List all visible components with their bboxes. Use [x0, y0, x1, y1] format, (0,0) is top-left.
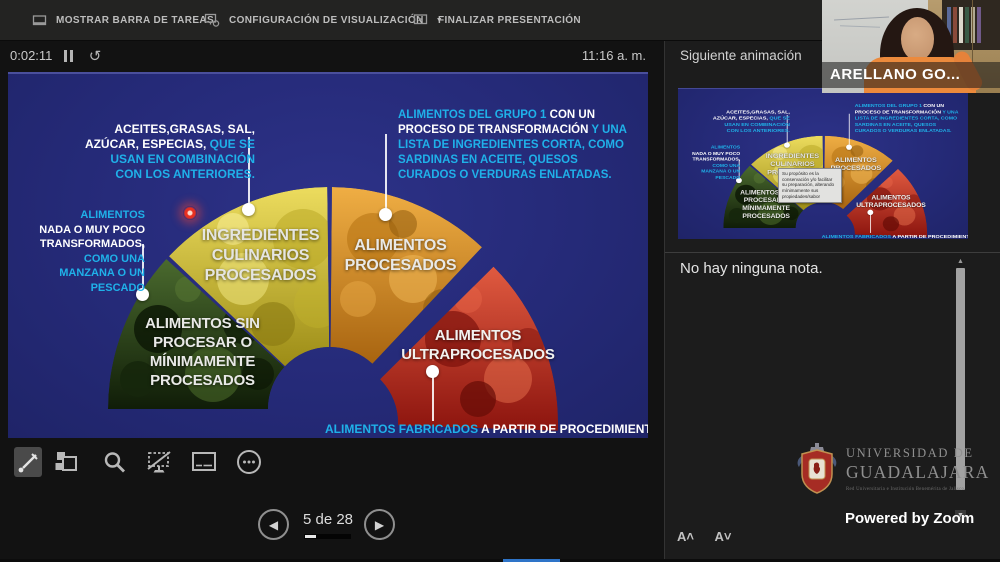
- connector-dot-ultraprocessed-mini: [867, 210, 873, 215]
- annotation-culinary-ingredients: ACEITES,GRASAS, SAL, AZÚCAR, ESPECIAS, Q…: [83, 122, 255, 182]
- slide-stage: ALIMENTOS SIN PROCESAR O MÍNIMAMENTE PRO…: [8, 72, 648, 438]
- connector-dot-unprocessed-mini: [736, 178, 742, 183]
- slide-progress-fill: [305, 535, 316, 538]
- laser-pen-tool-button[interactable]: [14, 447, 42, 477]
- notes-font-size-controls: A˄ A˅: [673, 527, 743, 546]
- connector-line-culinary-mini: [787, 115, 788, 145]
- slide-progress-bar: [304, 534, 351, 539]
- segment-label-ultraprocessed: ALIMENTOS ULTRAPROCESADOS: [398, 326, 558, 364]
- segment-ultraprocessed-mini: [847, 169, 928, 237]
- participant-video[interactable]: ARELLANO GO...: [822, 0, 1000, 93]
- university-tagline: Red Universitaria e Institución Beneméri…: [846, 487, 1000, 492]
- annotation-bottom-caption: ALIMENTOS FABRICADOS A PARTIR DE PROCEDI…: [325, 422, 617, 436]
- pause-timer-button[interactable]: [58, 45, 80, 67]
- segment-label-unprocessed: ALIMENTOS SIN PROCESAR O MÍNIMAMENTE PRO…: [120, 314, 285, 390]
- black-screen-button[interactable]: [144, 447, 172, 477]
- annotation-processed: ALIMENTOS DEL GRUPO 1 CON UN PROCESO DE …: [398, 108, 638, 183]
- annotation-unprocessed: ALIMENTOS NADA O MUY POCO TRANSFORMADOS,…: [33, 208, 145, 295]
- connector-dot-culinary: [242, 203, 255, 216]
- annotation-text-mini: ACEITES,GRASAS, SAL, AZÚCAR, ESPECIAS,: [713, 109, 790, 121]
- annotation-text: A PARTIR DE PROCEDIMIENTOS: [481, 422, 648, 436]
- more-options-button[interactable]: [234, 447, 262, 477]
- annotation-unprocessed-mini: ALIMENTOS NADA O MUY POCO TRANSFORMADOS,…: [689, 144, 740, 180]
- connector-dot-culinary-mini: [784, 142, 790, 147]
- display-settings-button[interactable]: CONFIGURACIÓN DE VISUALIZACIÓN ▼: [204, 0, 443, 40]
- university-of-guadalajara-logo: [794, 441, 840, 495]
- annotation-text: ALIMENTOS FABRICADOS: [325, 422, 481, 436]
- display-settings-icon: [204, 12, 220, 28]
- annotation-text-mini: CON UN PROCESO DE TRANSFORMACIÓN: [855, 103, 944, 114]
- slide-canvas[interactable]: ALIMENTOS SIN PROCESAR O MÍNIMAMENTE PRO…: [8, 72, 648, 438]
- connector-line-processed: [385, 134, 387, 214]
- annotation-text-mini: COMO UNA MANZANA O UN PESCADO: [701, 163, 740, 180]
- annotation-tools: [0, 445, 664, 481]
- laser-pointer-dot: [183, 206, 197, 220]
- slide-canvas-mini: ALIMENTOS SIN PROCESAR O MÍNIMAMENTE PRO…: [678, 88, 968, 239]
- participant-name-bar: ARELLANO GO...: [822, 62, 1000, 88]
- slide-page-indicator: 5 de 28: [298, 511, 358, 528]
- clock-time: 11:16 a. m.: [582, 40, 646, 72]
- next-animation-panel: Siguiente animación: [665, 40, 1000, 562]
- slide-navigation: ◀ 5 de 28 ▶: [0, 505, 664, 550]
- segment-label-ultraprocessed-mini: ALIMENTOS ULTRAPROCESADOS: [855, 193, 927, 209]
- increase-notes-font-button[interactable]: A˄: [673, 527, 698, 546]
- food-processing-fan-diagram-mini: [678, 89, 968, 239]
- participant-name: ARELLANO GO...: [830, 62, 1000, 88]
- elapsed-time: 0:02:11: [10, 40, 52, 72]
- connector-line-unprocessed-mini: [739, 159, 740, 180]
- end-presentation-button[interactable]: FINALIZAR PRESENTACIÓN: [413, 0, 581, 40]
- zoom-slide-button[interactable]: [100, 447, 128, 477]
- previous-slide-button[interactable]: ◀: [258, 509, 289, 540]
- annotation-text-mini: NADA O MUY POCO TRANSFORMADOS,: [692, 151, 740, 162]
- connector-dot-processed: [379, 208, 392, 221]
- panel-divider: [664, 40, 665, 562]
- connector-line-ultraprocessed: [432, 377, 434, 421]
- next-slide-button[interactable]: ▶: [364, 509, 395, 540]
- notes-divider: [665, 252, 1000, 253]
- connector-line-processed-mini: [849, 114, 850, 147]
- annotation-text-mini: ALIMENTOS: [689, 144, 740, 150]
- connector-line-ultraprocessed-mini: [870, 215, 871, 233]
- university-wordmark: UNIVERSIDAD DE GUADALAJARA Red Universit…: [846, 446, 1000, 492]
- taskbar-icon: [32, 13, 47, 28]
- show-taskbar-button[interactable]: MOSTRAR BARRA DE TAREAS: [32, 0, 214, 40]
- restart-timer-button[interactable]: ↺: [84, 44, 106, 68]
- university-name-line1: UNIVERSIDAD DE: [846, 446, 1000, 461]
- scroll-up-icon[interactable]: ▲: [955, 256, 966, 267]
- next-animation-tooltip: Su propósito es la conservación y/o faci…: [778, 168, 842, 203]
- connector-dot-processed-mini: [846, 144, 852, 149]
- end-presentation-icon: [413, 12, 429, 28]
- annotation-text: ALIMENTOS: [33, 208, 145, 223]
- annotation-text: ALIMENTOS DEL GRUPO 1: [398, 109, 550, 121]
- next-animation-thumbnail[interactable]: ALIMENTOS SIN PROCESAR O MÍNIMAMENTE PRO…: [678, 88, 968, 239]
- see-all-slides-button[interactable]: [52, 447, 80, 477]
- annotation-processed-mini: ALIMENTOS DEL GRUPO 1 CON UN PROCESO DE …: [855, 103, 964, 134]
- timer-row: 0:02:11 ↺ 11:16 a. m.: [0, 40, 664, 72]
- presenter-view-window: MOSTRAR BARRA DE TAREAS CONFIGURACIÓN DE…: [0, 0, 1000, 562]
- show-taskbar-label: MOSTRAR BARRA DE TAREAS: [56, 15, 214, 26]
- notes-empty-message: No hay ninguna nota.: [680, 260, 823, 277]
- display-settings-label: CONFIGURACIÓN DE VISUALIZACIÓN: [229, 15, 424, 26]
- annotation-text: NADA O MUY POCO TRANSFORMADOS,: [39, 224, 145, 251]
- annotation-text-mini: A PARTIR DE PROCEDIMIENTOS: [892, 233, 968, 239]
- subtitles-toggle-button[interactable]: [189, 447, 217, 477]
- annotation-culinary-ingredients-mini: ACEITES,GRASAS, SAL, AZÚCAR, ESPECIAS, Q…: [712, 109, 790, 134]
- university-name-line2: GUADALAJARA: [846, 462, 1000, 483]
- segment-label-culinary: INGREDIENTES CULINARIOS PROCESADOS: [178, 226, 343, 286]
- next-animation-heading: Siguiente animación: [680, 48, 802, 63]
- presentation-panel: 0:02:11 ↺ 11:16 a. m.: [0, 40, 664, 562]
- decrease-notes-font-button[interactable]: A˅: [710, 527, 735, 546]
- annotation-text-mini: ALIMENTOS FABRICADOS: [822, 233, 893, 239]
- annotation-text: COMO UNA MANZANA O UN PESCADO: [59, 253, 145, 294]
- annotation-bottom-caption-mini: ALIMENTOS FABRICADOS A PARTIR DE PROCEDI…: [822, 233, 954, 239]
- end-presentation-label: FINALIZAR PRESENTACIÓN: [438, 15, 581, 26]
- annotation-text-mini: QUE SE USAN EN COMBINACIÓN CON LOS ANTER…: [724, 115, 790, 133]
- annotation-text-mini: Y UNA LISTA DE INGREDIENTES CORTA, COMO …: [855, 110, 959, 134]
- annotation-text-mini: ALIMENTOS DEL GRUPO 1: [855, 103, 924, 108]
- powered-by-zoom-label: Powered by Zoom: [845, 510, 974, 527]
- segment-label-processed: ALIMENTOS PROCESADOS: [328, 236, 473, 276]
